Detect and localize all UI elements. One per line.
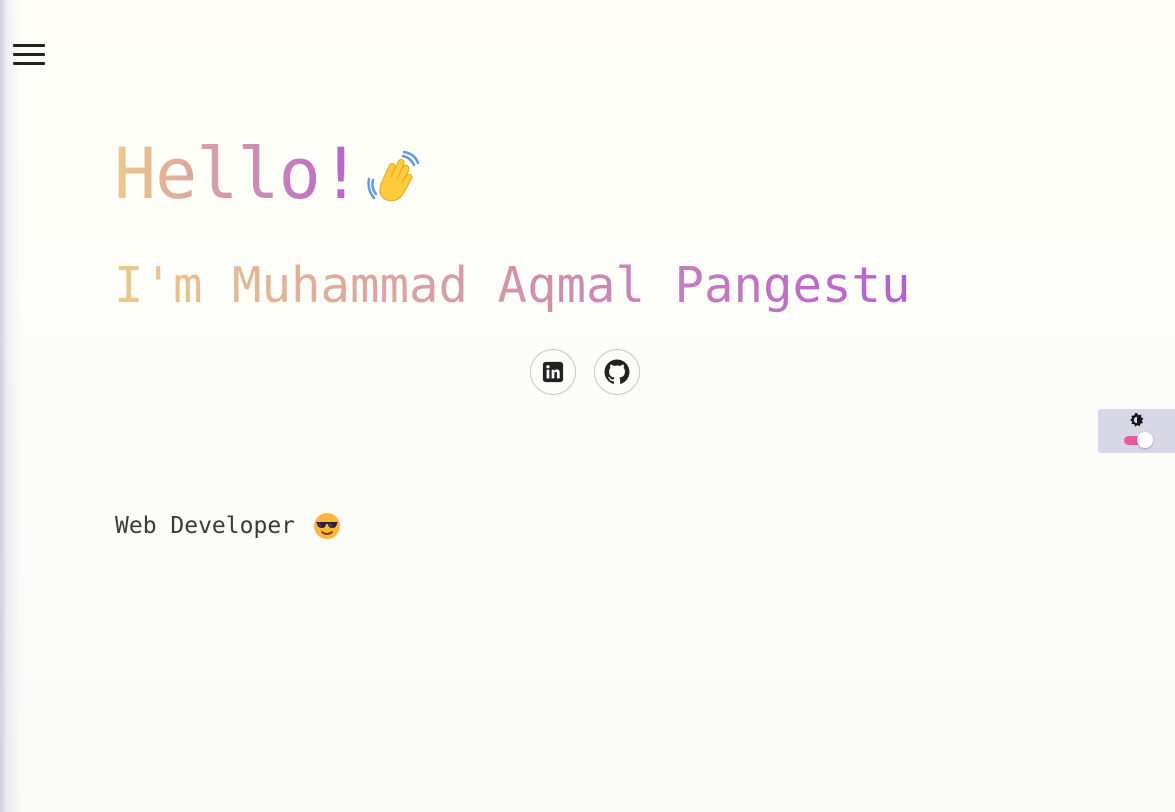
role: Web Developer: [115, 509, 341, 543]
github-icon: [604, 359, 630, 384]
toggle-knob: [1137, 432, 1153, 448]
sidebar-edge-shadow: [0, 0, 22, 812]
linkedin-button[interactable]: [530, 349, 576, 395]
waving-hand-icon: [367, 150, 420, 202]
role-text: Web Developer: [115, 513, 296, 539]
linkedin-icon: [542, 361, 564, 383]
name-heading: I'm Muhammad Aqmal Pangestu: [114, 255, 911, 317]
greeting-text: Hello!: [114, 133, 362, 215]
brightness-icon: [1130, 413, 1144, 427]
social-links: [530, 349, 640, 395]
smiling-face-with-sunglasses-icon: [314, 513, 341, 539]
hamburger-menu-icon[interactable]: [13, 44, 46, 68]
github-button[interactable]: [594, 349, 640, 395]
dark-mode-toggle[interactable]: [1124, 432, 1154, 448]
greeting: Hello!: [114, 132, 423, 216]
theme-switcher-panel: [1098, 409, 1175, 453]
